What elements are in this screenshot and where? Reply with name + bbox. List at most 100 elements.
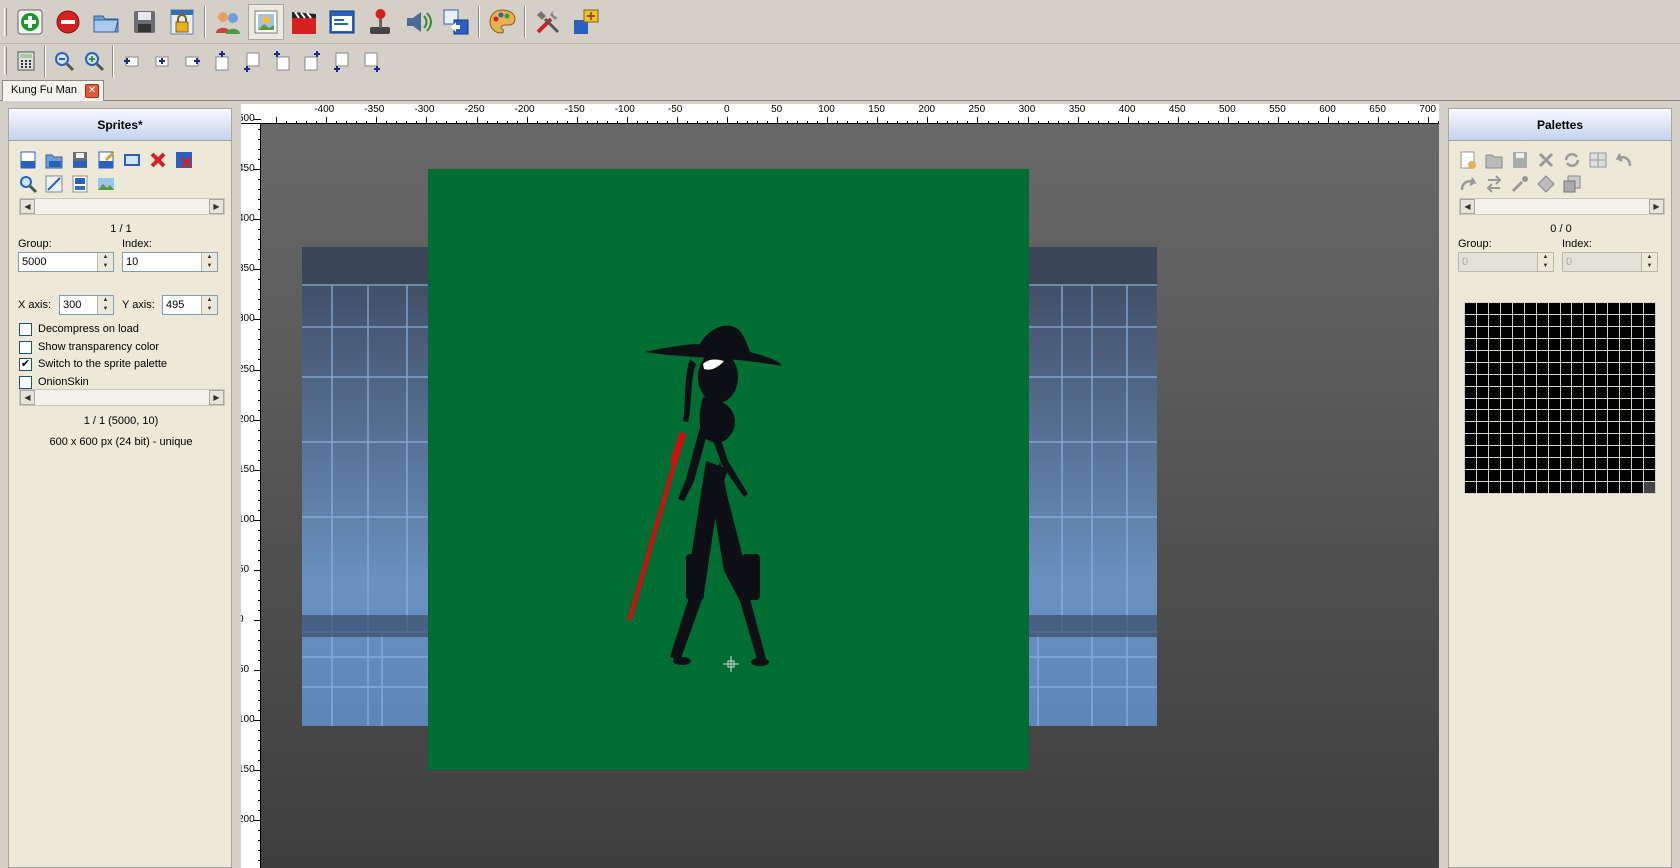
palette-swatch[interactable] <box>1632 362 1644 374</box>
align-top-left-button[interactable] <box>267 47 297 75</box>
palette-swatch[interactable] <box>1548 350 1560 362</box>
palette-swatch[interactable] <box>1620 303 1632 314</box>
delete-palette-button[interactable] <box>1535 149 1557 171</box>
palette-swatch[interactable] <box>1488 422 1500 434</box>
palette-swatch[interactable] <box>1596 338 1608 350</box>
palette-swatch[interactable] <box>1476 410 1488 422</box>
palette-swatch[interactable] <box>1560 458 1572 470</box>
palette-swatch[interactable] <box>1644 338 1655 350</box>
palette-swatch[interactable] <box>1608 350 1620 362</box>
palette-swatch[interactable] <box>1632 422 1644 434</box>
palette-swatch[interactable] <box>1500 422 1512 434</box>
palette-swatch[interactable] <box>1584 350 1596 362</box>
palette-swatch[interactable] <box>1465 386 1476 398</box>
palette-swatch[interactable] <box>1548 303 1560 314</box>
palette-swatch[interactable] <box>1560 434 1572 446</box>
spin-arrows-icon[interactable]: ▲ ▼ <box>201 253 217 271</box>
palette-swatch[interactable] <box>1632 314 1644 326</box>
palette-swatch[interactable] <box>1548 422 1560 434</box>
palette-swatch[interactable] <box>1512 422 1524 434</box>
redo-button[interactable] <box>1457 173 1479 195</box>
palette-swatch[interactable] <box>1584 398 1596 410</box>
palette-swatch[interactable] <box>1465 303 1476 314</box>
palette-swatch[interactable] <box>1596 482 1608 493</box>
palette-swatch[interactable] <box>1524 326 1536 338</box>
palette-swatch[interactable] <box>1476 458 1488 470</box>
palette-swatch[interactable] <box>1548 386 1560 398</box>
save-palette-button[interactable] <box>1509 149 1531 171</box>
palette-swatch[interactable] <box>1512 470 1524 482</box>
new-palette-button[interactable] <box>1457 149 1479 171</box>
palette-swatch[interactable] <box>1596 362 1608 374</box>
refresh-palette-button[interactable] <box>1561 149 1583 171</box>
align-left-button[interactable] <box>117 47 147 75</box>
palette-swatch[interactable] <box>1572 422 1584 434</box>
yaxis-stepper[interactable]: 495 ▲ ▼ <box>162 295 218 315</box>
palette-swatch[interactable] <box>1632 350 1644 362</box>
palette-scrollbar[interactable]: ◀ ▶ <box>1459 198 1665 215</box>
palette-swatch[interactable] <box>1632 326 1644 338</box>
palette-swatch[interactable] <box>1512 482 1524 493</box>
palette-swatch[interactable] <box>1512 362 1524 374</box>
palette-swatch[interactable] <box>1584 338 1596 350</box>
palette-swatch[interactable] <box>1572 314 1584 326</box>
checkbox-box[interactable] <box>19 375 32 389</box>
palette-swatch[interactable] <box>1524 374 1536 386</box>
palette-swatch[interactable] <box>1572 482 1584 493</box>
palette-swatch[interactable] <box>1465 470 1476 482</box>
align-top-button[interactable] <box>207 47 237 75</box>
palette-swatch[interactable] <box>1536 482 1548 493</box>
palette-swatch[interactable] <box>1512 314 1524 326</box>
palette-swatch[interactable] <box>1476 386 1488 398</box>
controls-button[interactable] <box>362 4 398 40</box>
palette-swatch[interactable] <box>1465 314 1476 326</box>
palette-swatch[interactable] <box>1512 386 1524 398</box>
palette-swatch[interactable] <box>1500 374 1512 386</box>
palette-swatch[interactable] <box>1536 303 1548 314</box>
toolbar-grip[interactable] <box>4 47 7 75</box>
spin-arrows-icon[interactable]: ▲ ▼ <box>201 296 217 314</box>
palette-swatch[interactable] <box>1488 386 1500 398</box>
sprite-scrollbar[interactable]: ◀ ▶ <box>19 198 225 215</box>
palette-swatch[interactable] <box>1596 470 1608 482</box>
palette-swatch[interactable] <box>1524 446 1536 458</box>
palette-swatch[interactable] <box>1608 422 1620 434</box>
palette-swatch[interactable] <box>1524 314 1536 326</box>
transparency-checkbox[interactable]: Show transparency color <box>19 339 159 355</box>
checkbox-box[interactable] <box>19 340 32 354</box>
palette-swatch[interactable] <box>1632 410 1644 422</box>
palette-swatch[interactable] <box>1500 458 1512 470</box>
palette-swatch[interactable] <box>1465 410 1476 422</box>
palette-swatch[interactable] <box>1620 386 1632 398</box>
save-button[interactable] <box>126 4 162 40</box>
palette-swatch[interactable] <box>1524 434 1536 446</box>
palette-swatch[interactable] <box>1644 350 1655 362</box>
palette-swatch[interactable] <box>1500 410 1512 422</box>
palette-swatch[interactable] <box>1596 422 1608 434</box>
palette-swatch[interactable] <box>1572 374 1584 386</box>
palette-swatch[interactable] <box>1524 470 1536 482</box>
align-bottom-right-button[interactable] <box>357 47 387 75</box>
palette-swatch[interactable] <box>1644 458 1655 470</box>
palette-swatch[interactable] <box>1560 374 1572 386</box>
palette-swatch[interactable] <box>1584 434 1596 446</box>
palette-swatch[interactable] <box>1465 398 1476 410</box>
palette-swatch[interactable] <box>1644 314 1655 326</box>
palette-swatch[interactable] <box>1584 303 1596 314</box>
palette-swatch[interactable] <box>1488 314 1500 326</box>
scroll-right-icon[interactable]: ▶ <box>209 199 224 214</box>
palette-swatch[interactable] <box>1524 362 1536 374</box>
commands-button[interactable] <box>324 4 360 40</box>
palette-swatch[interactable] <box>1572 326 1584 338</box>
calculator-button[interactable] <box>11 47 41 75</box>
palette-swatch[interactable] <box>1572 350 1584 362</box>
palette-swatch[interactable] <box>1620 374 1632 386</box>
align-center-button[interactable] <box>147 47 177 75</box>
palette-swatch[interactable] <box>1608 482 1620 493</box>
palette-swatch[interactable] <box>1524 482 1536 493</box>
palette-swatch[interactable] <box>1548 482 1560 493</box>
scroll-left-icon[interactable]: ◀ <box>20 390 35 405</box>
palette-swatch[interactable] <box>1500 386 1512 398</box>
palette-swatch[interactable] <box>1620 362 1632 374</box>
palette-swatch[interactable] <box>1596 303 1608 314</box>
